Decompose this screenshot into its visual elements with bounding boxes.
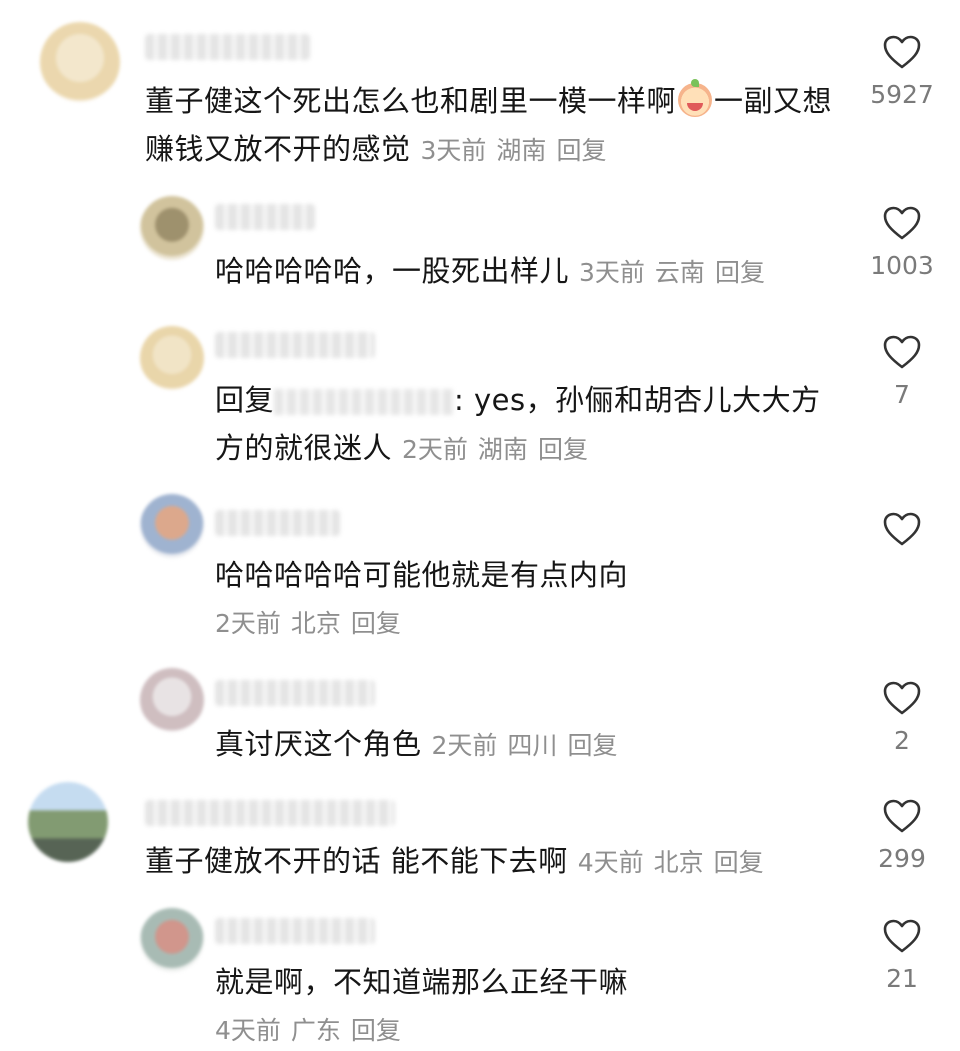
comment-time: 4天前 bbox=[215, 1016, 281, 1045]
like-button[interactable]: 5927 bbox=[862, 34, 942, 110]
reply-button[interactable]: 回复 bbox=[715, 258, 765, 287]
username-blurred[interactable] bbox=[215, 918, 375, 944]
comment-time: 2天前 bbox=[431, 731, 498, 760]
comment-location: 湖南 bbox=[496, 136, 547, 165]
comment-meta: 2天前 湖南 回复 bbox=[402, 435, 598, 464]
reply-button[interactable]: 回复 bbox=[351, 609, 401, 638]
comment-text: 回复: yes，孙俪和胡杏儿大大方方的就很迷人 2天前 湖南 回复 bbox=[215, 383, 821, 465]
comment-time: 3天前 bbox=[579, 258, 645, 287]
comment-meta: 3天前 云南 回复 bbox=[579, 258, 775, 287]
like-count: 5927 bbox=[870, 80, 934, 109]
heart-outline-icon bbox=[883, 681, 921, 715]
comment-meta: 2天前 四川 回复 bbox=[432, 731, 628, 760]
username-blurred[interactable] bbox=[145, 800, 395, 826]
comment-time: 2天前 bbox=[215, 609, 281, 638]
comment-time: 2天前 bbox=[402, 435, 468, 464]
comment-text: 哈哈哈哈哈可能他就是有点内向 bbox=[215, 558, 629, 592]
comment-location: 广东 bbox=[290, 1016, 341, 1045]
like-count: 1003 bbox=[870, 251, 934, 280]
comment-time: 4天前 bbox=[577, 848, 644, 877]
comment-location: 北京 bbox=[290, 609, 341, 638]
comment-meta: 3天前 湖南 回复 bbox=[421, 136, 617, 165]
avatar[interactable] bbox=[28, 782, 108, 862]
heart-outline-icon bbox=[883, 512, 921, 546]
like-button[interactable] bbox=[862, 511, 942, 557]
like-button[interactable]: 2 bbox=[862, 680, 942, 756]
like-button[interactable]: 299 bbox=[862, 798, 942, 874]
username-blurred[interactable] bbox=[145, 34, 310, 60]
heart-outline-icon bbox=[883, 206, 921, 240]
username-blurred[interactable] bbox=[215, 510, 340, 536]
comment-location: 四川 bbox=[507, 731, 558, 760]
avatar[interactable] bbox=[140, 494, 204, 558]
comment-meta: 2天前 北京 回复 bbox=[215, 604, 411, 644]
comment-location: 云南 bbox=[654, 258, 705, 287]
comment-text: 就是啊，不知道端那么正经干嘛 bbox=[215, 965, 629, 999]
comment-time: 3天前 bbox=[420, 136, 487, 165]
like-button[interactable]: 1003 bbox=[862, 205, 942, 281]
reply-button[interactable]: 回复 bbox=[351, 1016, 401, 1045]
reply-button[interactable]: 回复 bbox=[538, 435, 588, 464]
avatar[interactable] bbox=[140, 326, 204, 390]
reply-button[interactable]: 回复 bbox=[556, 136, 606, 165]
comment-location: 北京 bbox=[653, 848, 704, 877]
avatar[interactable] bbox=[140, 908, 204, 972]
reply-button[interactable]: 回复 bbox=[567, 731, 617, 760]
like-button[interactable]: 7 bbox=[862, 334, 942, 410]
heart-outline-icon bbox=[883, 799, 921, 833]
like-count: 21 bbox=[886, 964, 918, 993]
comment-meta: 4天前 广东 回复 bbox=[215, 1011, 411, 1051]
avatar[interactable] bbox=[40, 22, 120, 102]
avatar[interactable] bbox=[140, 196, 204, 260]
like-count: 2 bbox=[894, 726, 910, 755]
comment-text: 哈哈哈哈哈，一股死出样儿 3天前 云南 回复 bbox=[215, 247, 855, 297]
username-blurred[interactable] bbox=[215, 204, 315, 230]
username-blurred[interactable] bbox=[215, 680, 375, 706]
username-blurred[interactable] bbox=[215, 332, 375, 358]
heart-outline-icon bbox=[883, 919, 921, 953]
reply-button[interactable]: 回复 bbox=[714, 848, 764, 877]
comment-text: 董子健这个死出怎么也和剧里一模一样啊 一副又想赚钱又放不开的感觉 3天前 湖南 回复 bbox=[145, 79, 833, 166]
mentioned-username-blurred[interactable] bbox=[274, 389, 455, 415]
heart-outline-icon bbox=[883, 35, 921, 69]
comment-text: 董子健放不开的话 能不能下去啊 4天前 北京 回复 bbox=[145, 837, 845, 887]
avatar[interactable] bbox=[140, 668, 204, 732]
comment-meta: 4天前 北京 回复 bbox=[578, 848, 774, 877]
comment-text: 真讨厌这个角色 2天前 四川 回复 bbox=[215, 720, 835, 770]
like-count: 299 bbox=[878, 844, 926, 873]
comment-location: 湖南 bbox=[477, 435, 528, 464]
heart-outline-icon bbox=[883, 335, 921, 369]
like-count: 7 bbox=[894, 380, 910, 409]
crying-laughing-emoji-icon bbox=[678, 79, 713, 117]
like-button[interactable]: 21 bbox=[862, 918, 942, 994]
